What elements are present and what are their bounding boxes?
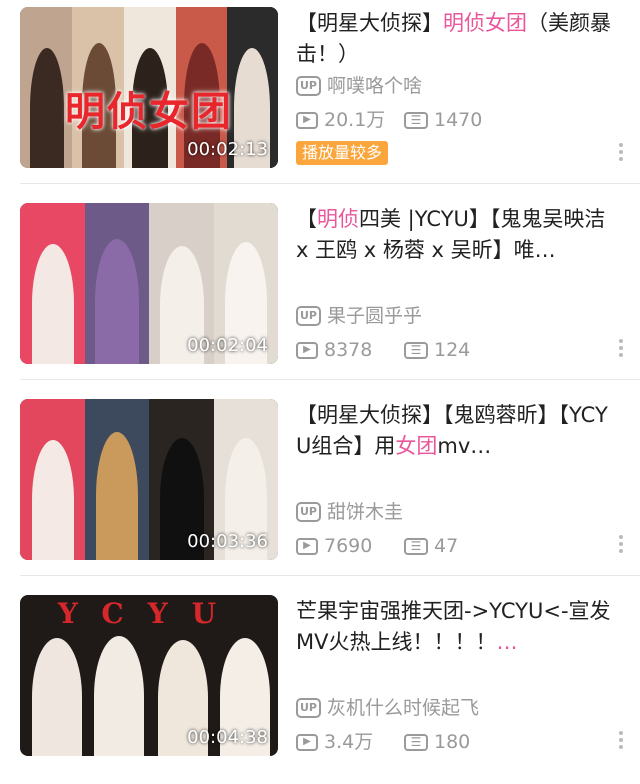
- comment-count: 1470: [434, 109, 483, 131]
- uploader-name: 果子圆乎乎: [327, 305, 423, 327]
- up-icon: UP: [296, 76, 321, 96]
- thumb-person: [32, 638, 82, 756]
- duration-label: 00:02:04: [187, 335, 268, 356]
- video-thumbnail[interactable]: YCYU 00:04:38: [20, 595, 278, 756]
- title-text: mv…: [437, 434, 492, 458]
- divider: [20, 575, 640, 576]
- uploader-name: 灰机什么时候起飞: [327, 697, 480, 719]
- video-item-4[interactable]: YCYU 00:04:38 芒果宇宙强推天团->YCYU<-宣发MV火热上线！！…: [0, 588, 640, 784]
- view-count: 7690: [324, 535, 373, 557]
- popular-badge: 播放量较多: [296, 141, 389, 165]
- video-item-2[interactable]: 00:02:04 【明侦四美 |YCYU】【鬼鬼吴映洁 x 王鸥 x 杨蓉 x …: [0, 196, 640, 392]
- video-title[interactable]: 芒果宇宙强推天团->YCYU<-宣发MV火热上线！！！！…: [296, 596, 616, 658]
- video-item-3[interactable]: 00:03:36 【明星大侦探】【鬼鸥蓉昕】【YCYU组合】用女团mv… UP …: [0, 392, 640, 588]
- uploader-name: 甜饼木圭: [327, 501, 404, 523]
- more-options-icon[interactable]: [618, 140, 624, 164]
- up-icon: UP: [296, 502, 321, 522]
- view-count: 20.1万: [324, 109, 386, 131]
- comment-count: 47: [434, 535, 459, 557]
- comment-count: 180: [434, 731, 471, 753]
- stats-row: ▶ 8378 ☰ 124: [296, 337, 470, 363]
- play-count-icon: ▶: [296, 111, 318, 129]
- up-icon: UP: [296, 698, 321, 718]
- uploader-row[interactable]: UP 灰机什么时候起飞: [296, 695, 479, 721]
- view-count: 3.4万: [324, 731, 374, 753]
- duration-label: 00:02:13: [187, 139, 268, 160]
- duration-label: 00:03:36: [187, 531, 268, 552]
- divider: [20, 379, 640, 380]
- title-text: 芒果宇宙强推天团->YCYU<-宣发MV火热上线！！！！: [296, 599, 611, 654]
- video-thumbnail[interactable]: 00:03:36: [20, 399, 278, 560]
- thumb-person: [96, 432, 138, 560]
- play-count-icon: ▶: [296, 537, 318, 555]
- video-thumbnail[interactable]: 00:02:04: [20, 203, 278, 364]
- thumb-person: [32, 440, 74, 560]
- video-thumbnail[interactable]: 明侦女团 00:02:13: [20, 7, 278, 168]
- video-item-1[interactable]: 明侦女团 00:02:13 【明星大侦探】明侦女团（美颜暴击！） UP 啊噗咯个…: [0, 0, 640, 196]
- title-text: 【明星大侦探】: [296, 11, 443, 35]
- thumb-person: [32, 244, 74, 364]
- play-count-icon: ▶: [296, 733, 318, 751]
- video-title[interactable]: 【明星大侦探】【鬼鸥蓉昕】【YCYU组合】用女团mv…: [296, 400, 616, 462]
- view-count: 8378: [324, 339, 373, 361]
- more-options-icon[interactable]: [618, 728, 624, 752]
- video-title[interactable]: 【明侦四美 |YCYU】【鬼鬼吴映洁 x 王鸥 x 杨蓉 x 吴昕】唯…: [296, 204, 616, 266]
- thumb-person: [95, 239, 139, 364]
- comment-count-icon: ☰: [404, 537, 428, 555]
- uploader-row[interactable]: UP 果子圆乎乎: [296, 303, 422, 329]
- comment-count-icon: ☰: [404, 111, 428, 129]
- title-highlight: …: [496, 630, 518, 654]
- more-options-icon[interactable]: [618, 532, 624, 556]
- comment-count-icon: ☰: [404, 733, 428, 751]
- stats-row: ▶ 3.4万 ☰ 180: [296, 729, 470, 755]
- title-text: 【: [296, 207, 317, 231]
- comment-count-icon: ☰: [404, 341, 428, 359]
- thumb-person: [94, 636, 144, 756]
- divider: [20, 183, 640, 184]
- up-icon: UP: [296, 306, 321, 326]
- more-options-icon[interactable]: [618, 336, 624, 360]
- thumb-overlay-title: YCYU: [57, 597, 241, 630]
- stats-row: ▶ 7690 ☰ 47: [296, 533, 458, 559]
- uploader-row[interactable]: UP 甜饼木圭: [296, 499, 403, 525]
- video-title[interactable]: 【明星大侦探】明侦女团（美颜暴击！）: [296, 8, 616, 70]
- uploader-name: 啊噗咯个啥: [327, 75, 423, 97]
- stats-row: ▶ 20.1万 ☰ 1470: [296, 107, 482, 133]
- uploader-row[interactable]: UP 啊噗咯个啥: [296, 73, 422, 99]
- comment-count: 124: [434, 339, 471, 361]
- duration-label: 00:04:38: [187, 727, 268, 748]
- thumb-overlay-title: 明侦女团: [65, 88, 233, 135]
- title-highlight: 女团: [395, 434, 438, 458]
- title-highlight: 明侦: [317, 207, 359, 231]
- play-count-icon: ▶: [296, 341, 318, 359]
- title-highlight: 明侦女团: [443, 11, 527, 35]
